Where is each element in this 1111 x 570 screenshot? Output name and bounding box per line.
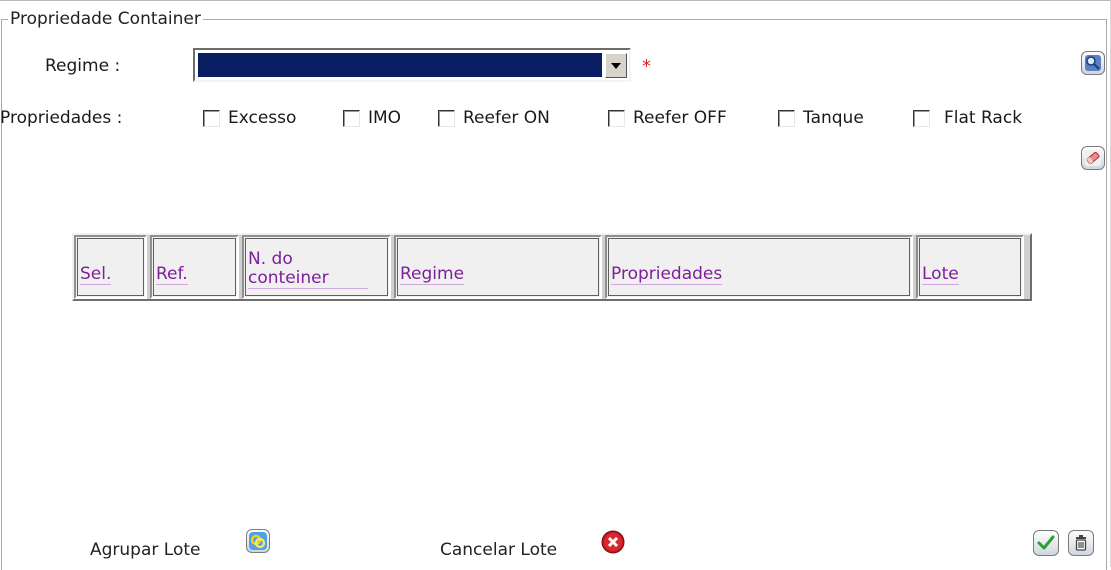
checkbox-label: IMO xyxy=(368,108,402,128)
checkbox-reefer-off[interactable]: Reefer OFF xyxy=(608,108,727,128)
eraser-icon[interactable] xyxy=(1081,146,1105,170)
propriedades-label: Propriedades : xyxy=(0,108,123,128)
containers-table: Sel. Ref. N. do conteiner Regime Proprie… xyxy=(72,233,1032,301)
cancel-lot-icon[interactable] xyxy=(601,530,625,554)
regime-select[interactable] xyxy=(193,48,631,82)
checkbox-reefer-on[interactable]: Reefer ON xyxy=(438,108,550,128)
column-header-label[interactable]: Regime xyxy=(400,265,465,285)
checkbox-excesso[interactable]: Excesso xyxy=(203,108,296,128)
checkbox-label: Reefer ON xyxy=(463,108,550,128)
chevron-down-icon[interactable] xyxy=(605,53,627,78)
column-header-label[interactable]: Ref. xyxy=(156,265,188,285)
column-header-propriedades[interactable]: Propriedades xyxy=(605,235,913,299)
checkbox-box[interactable] xyxy=(343,109,360,127)
checkbox-label: Flat Rack xyxy=(944,108,1023,128)
checkbox-box[interactable] xyxy=(203,109,220,127)
checkbox-label: Tanque xyxy=(803,108,864,128)
column-header-label[interactable]: Propriedades xyxy=(611,265,723,285)
checkbox-box[interactable] xyxy=(438,109,455,127)
checkbox-tanque[interactable]: Tanque xyxy=(778,108,864,128)
search-icon[interactable] xyxy=(1081,51,1105,75)
group-lot-icon[interactable] xyxy=(246,529,270,553)
checkbox-box[interactable] xyxy=(608,109,625,127)
checkbox-box[interactable] xyxy=(913,109,930,127)
column-header-sel[interactable]: Sel. xyxy=(74,235,147,299)
regime-selected-value xyxy=(198,53,602,77)
agrupar-lote-label: Agrupar Lote xyxy=(90,540,201,560)
column-header-n-conteiner[interactable]: N. do conteiner xyxy=(242,235,391,299)
regime-label: Regime : xyxy=(45,56,121,76)
group-title: Propriedade Container xyxy=(10,9,201,29)
column-header-ref[interactable]: Ref. xyxy=(150,235,239,299)
column-header-label[interactable]: Lote xyxy=(922,265,959,285)
checkbox-flat-rack[interactable]: Flat Rack xyxy=(913,108,1022,128)
checkbox-label: Excesso xyxy=(228,108,297,128)
checkbox-label: Reefer OFF xyxy=(633,108,727,128)
confirm-icon[interactable] xyxy=(1033,530,1059,556)
checkbox-box[interactable] xyxy=(778,109,795,127)
required-marker: * xyxy=(642,56,651,77)
column-header-label[interactable]: N. do conteiner xyxy=(248,250,368,289)
checkbox-imo[interactable]: IMO xyxy=(343,108,401,128)
trash-icon[interactable] xyxy=(1068,530,1094,556)
column-header-regime[interactable]: Regime xyxy=(394,235,602,299)
column-header-lote[interactable]: Lote xyxy=(916,235,1024,299)
column-header-label[interactable]: Sel. xyxy=(80,265,112,285)
cancelar-lote-label: Cancelar Lote xyxy=(440,540,558,560)
